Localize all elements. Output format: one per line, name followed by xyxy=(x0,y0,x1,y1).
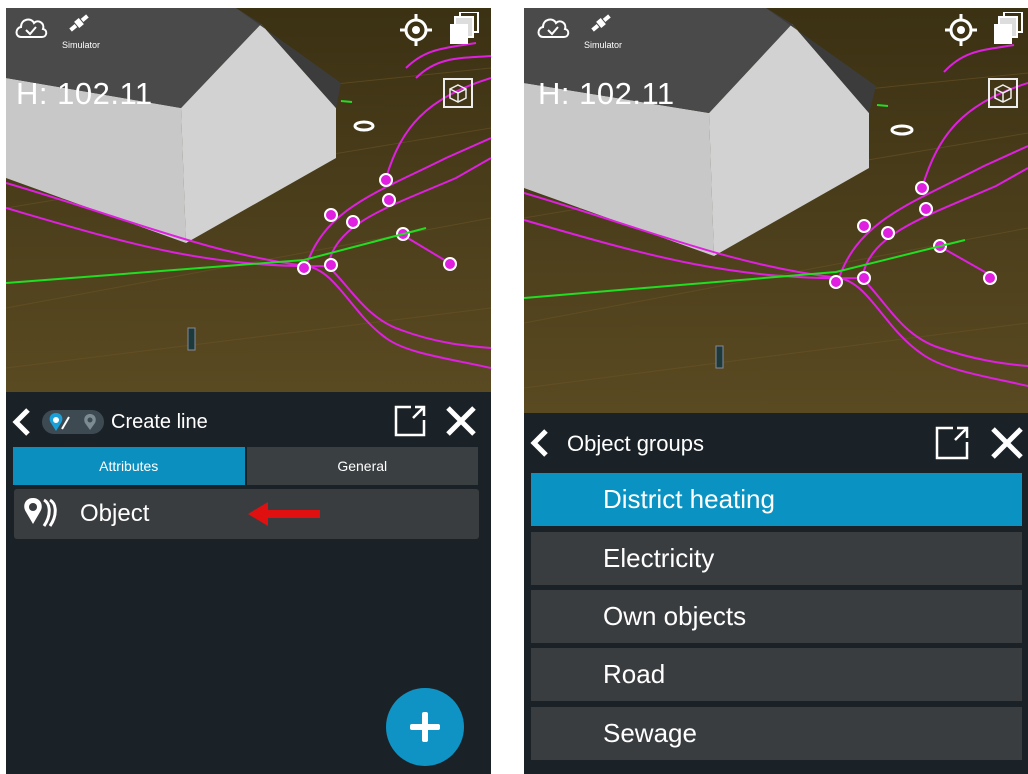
group-item-own-objects[interactable]: Own objects xyxy=(531,590,1022,643)
group-item-district-heating[interactable]: District heating xyxy=(531,473,1022,526)
group-item-sewage[interactable]: Sewage xyxy=(531,707,1022,760)
back-chevron-icon[interactable] xyxy=(530,428,550,458)
external-open-icon[interactable] xyxy=(393,404,427,438)
tab-attributes[interactable]: Attributes xyxy=(13,447,245,485)
close-icon[interactable] xyxy=(444,404,478,438)
map-3d-view[interactable] xyxy=(6,8,491,392)
simulator-label: Simulator xyxy=(62,40,101,50)
panel-title: Object groups xyxy=(567,431,704,456)
object-row[interactable]: Object xyxy=(14,489,479,539)
layers-icon[interactable] xyxy=(994,12,1024,46)
object-pins-icon xyxy=(24,498,57,527)
add-button[interactable] xyxy=(386,688,464,766)
panel-tabs: Attributes General xyxy=(13,447,478,485)
arrow-left-icon xyxy=(248,502,320,526)
pin-line-icon xyxy=(49,413,70,431)
external-open-icon[interactable] xyxy=(934,425,970,461)
3d-view-toggle-icon[interactable] xyxy=(443,78,473,108)
3d-view-toggle-icon[interactable] xyxy=(988,78,1018,108)
simulator-label: Simulator xyxy=(584,40,623,50)
group-item-electricity[interactable]: Electricity xyxy=(531,532,1022,585)
map-3d-view[interactable] xyxy=(524,8,1028,413)
gps-locate-icon[interactable] xyxy=(400,14,432,46)
panel-title: Create line xyxy=(111,411,208,433)
close-icon[interactable] xyxy=(989,425,1025,461)
left-screen: Simulator H: 102.11 Create line Attribut… xyxy=(6,8,491,774)
height-readout: H: 102.11 xyxy=(16,76,153,111)
object-groups-panel: Object groups District heating Electrici… xyxy=(524,413,1028,774)
line-type-toggle[interactable] xyxy=(42,410,104,434)
height-readout: H: 102.11 xyxy=(538,76,675,111)
object-row-label: Object xyxy=(80,500,150,527)
group-item-road[interactable]: Road xyxy=(531,648,1022,701)
pin-point-icon xyxy=(84,414,96,430)
tab-general[interactable]: General xyxy=(246,447,478,485)
right-screen: Simulator H: 102.11 Object groups Distri… xyxy=(524,8,1028,774)
back-chevron-icon[interactable] xyxy=(12,407,32,437)
cloud-sync-icon[interactable] xyxy=(536,14,570,40)
satellite-icon xyxy=(69,14,89,32)
layers-icon[interactable] xyxy=(450,12,480,46)
cloud-sync-icon[interactable] xyxy=(14,14,48,40)
satellite-icon xyxy=(591,14,611,32)
gps-locate-icon[interactable] xyxy=(945,14,977,46)
create-line-panel: Create line Attributes General Object xyxy=(6,392,491,774)
